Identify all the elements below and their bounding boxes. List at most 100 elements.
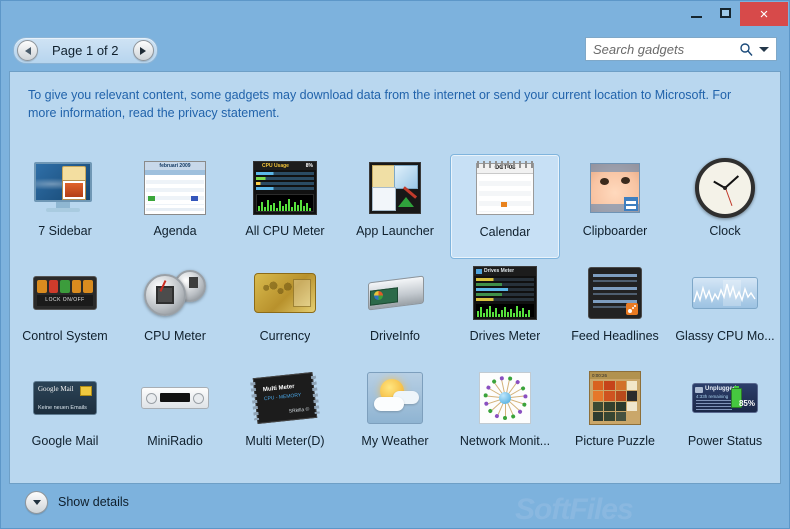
gadget-label: Power Status bbox=[688, 434, 762, 448]
gadget-label: MiniRadio bbox=[147, 434, 203, 448]
gadget-item-agenda[interactable]: februari 2009 Agenda bbox=[120, 154, 230, 259]
cpu-usage-title: CPU Usage8% bbox=[254, 162, 316, 170]
cpu-graph bbox=[256, 194, 314, 212]
gadget-label: Control System bbox=[22, 329, 107, 343]
prev-page-button[interactable] bbox=[17, 40, 38, 61]
gadget-thumb-wrap: februari 2009 bbox=[125, 154, 225, 222]
gadget-thumb-wrap bbox=[675, 154, 775, 222]
gadget-thumb-wrap: OCT 08 bbox=[455, 155, 555, 223]
gadget-grid: 7 Sidebar februari 2009 Agenda CPU Usage… bbox=[10, 154, 782, 469]
currency-card-icon bbox=[254, 273, 316, 313]
privacy-notice: To give you relevant content, some gadge… bbox=[10, 72, 780, 122]
gadget-item-clipboarder[interactable]: Clipboarder bbox=[560, 154, 670, 259]
gadget-label: Calendar bbox=[480, 225, 531, 239]
toolbar: Page 1 of 2 Search gadgets bbox=[1, 27, 789, 71]
gadget-item-network-monitor[interactable]: Network Monit... bbox=[450, 364, 560, 469]
gadget-thumb-wrap: Google Mail Keine neuen Emails bbox=[15, 364, 115, 432]
close-icon: × bbox=[760, 7, 769, 22]
mail-icon bbox=[80, 386, 92, 396]
gadget-label: Clock bbox=[709, 224, 740, 238]
gadget-label: 7 Sidebar bbox=[38, 224, 92, 238]
gadget-item-miniradio[interactable]: MiniRadio bbox=[120, 364, 230, 469]
search-icon[interactable] bbox=[739, 42, 753, 56]
search-dropdown-icon[interactable] bbox=[759, 47, 769, 52]
gadget-thumb-wrap: Unplugged 4:33h remaining 85% bbox=[675, 364, 775, 432]
puzzle-timer: 0:00:26 bbox=[590, 372, 640, 379]
gadget-label: Network Monit... bbox=[460, 434, 550, 448]
clipboarder-icon bbox=[590, 163, 640, 213]
gadget-label: CPU Meter bbox=[144, 329, 206, 343]
maximize-button[interactable] bbox=[711, 3, 740, 23]
minimize-icon bbox=[691, 16, 702, 18]
gadget-label: All CPU Meter bbox=[245, 224, 324, 238]
next-page-button[interactable] bbox=[133, 40, 154, 61]
gadget-item-picture-puzzle[interactable]: 0:00:26 Picture Puzzle bbox=[560, 364, 670, 469]
cpu-meter-gauges-icon bbox=[144, 270, 206, 316]
picture-puzzle-icon: 0:00:26 bbox=[589, 371, 641, 425]
gadget-item-clock[interactable]: Clock bbox=[670, 154, 780, 259]
power-percent: 85% bbox=[739, 399, 755, 408]
drives-graph bbox=[476, 304, 534, 317]
cpu-usage-value: 8% bbox=[306, 162, 316, 170]
gadget-thumb-wrap: LOCK ON/OFF bbox=[15, 259, 115, 327]
footer: Show details bbox=[9, 484, 781, 520]
gadget-thumb-wrap bbox=[235, 259, 335, 327]
gadget-thumb-wrap bbox=[345, 154, 445, 222]
gadget-item-feed-headlines[interactable]: Feed Headlines bbox=[560, 259, 670, 364]
gadget-thumb-wrap bbox=[15, 154, 115, 222]
gadget-item-cpu-meter[interactable]: CPU Meter bbox=[120, 259, 230, 364]
gadget-label: Agenda bbox=[153, 224, 196, 238]
show-details-label[interactable]: Show details bbox=[58, 495, 129, 509]
google-mail-title: Google Mail bbox=[38, 385, 74, 393]
gadget-item-all-cpu-meter[interactable]: CPU Usage8% All CPU Meter bbox=[230, 154, 340, 259]
gadget-label: My Weather bbox=[361, 434, 428, 448]
gadget-item-glassy-cpu-monitor[interactable]: Glassy CPU Mo... bbox=[670, 259, 780, 364]
gadget-item-7-sidebar[interactable]: 7 Sidebar bbox=[10, 154, 120, 259]
gadget-item-multi-meter[interactable]: Multi Meter CPU - MEMORY SRkilla © Multi… bbox=[230, 364, 340, 469]
gadget-item-my-weather[interactable]: My Weather bbox=[340, 364, 450, 469]
show-details-button[interactable] bbox=[25, 491, 48, 514]
gadget-label: Clipboarder bbox=[583, 224, 648, 238]
gadget-gallery-window: × Page 1 of 2 Search gadgets To g bbox=[0, 0, 790, 529]
analog-clock-icon bbox=[695, 158, 755, 218]
gadget-pane: To give you relevant content, some gadge… bbox=[9, 71, 781, 484]
power-status-icon: Unplugged 4:33h remaining 85% bbox=[692, 383, 758, 413]
gadget-item-app-launcher[interactable]: App Launcher bbox=[340, 154, 450, 259]
gadget-thumb-wrap bbox=[125, 364, 225, 432]
minimize-button[interactable] bbox=[682, 3, 711, 23]
gadget-label: Picture Puzzle bbox=[575, 434, 655, 448]
plug-icon bbox=[695, 387, 703, 393]
search-input[interactable]: Search gadgets bbox=[586, 42, 739, 57]
gadget-item-control-system[interactable]: LOCK ON/OFF Control System bbox=[10, 259, 120, 364]
gadget-item-drives-meter[interactable]: Drives Meter Drives Meter bbox=[450, 259, 560, 364]
gadget-thumb-wrap bbox=[455, 364, 555, 432]
all-cpu-meter-icon: CPU Usage8% bbox=[253, 161, 317, 215]
maximize-icon bbox=[720, 8, 731, 18]
gadget-item-driveinfo[interactable]: DriveInfo bbox=[340, 259, 450, 364]
drive-info-icon bbox=[364, 275, 426, 311]
agenda-calendar-icon: februari 2009 bbox=[144, 161, 206, 215]
gadget-label: Feed Headlines bbox=[571, 329, 659, 343]
app-launcher-icon bbox=[369, 162, 421, 214]
close-button[interactable]: × bbox=[740, 2, 788, 26]
agenda-month: februari 2009 bbox=[145, 162, 205, 170]
gadget-item-power-status[interactable]: Unplugged 4:33h remaining 85% Power Stat… bbox=[670, 364, 780, 469]
gadget-label: App Launcher bbox=[356, 224, 434, 238]
multi-meter-author: SRkilla © bbox=[288, 407, 309, 415]
gadget-item-google-mail[interactable]: Google Mail Keine neuen Emails Google Ma… bbox=[10, 364, 120, 469]
power-remaining: 4:33h remaining bbox=[696, 394, 728, 399]
gadget-item-currency[interactable]: Currency bbox=[230, 259, 340, 364]
chevron-left-icon bbox=[25, 47, 31, 55]
network-monitor-icon bbox=[479, 372, 531, 424]
gadget-label: Multi Meter(D) bbox=[245, 434, 324, 448]
title-bar: × bbox=[1, 1, 789, 27]
gadget-item-calendar[interactable]: OCT 08 Calendar bbox=[450, 154, 560, 259]
google-mail-status: Keine neuen Emails bbox=[38, 405, 87, 411]
gadget-label: Glassy CPU Mo... bbox=[675, 329, 774, 343]
multi-meter-sub: CPU - MEMORY bbox=[264, 392, 302, 402]
multi-meter-title: Multi Meter bbox=[263, 384, 295, 393]
multi-meter-icon: Multi Meter CPU - MEMORY SRkilla © bbox=[253, 372, 317, 424]
search-box[interactable]: Search gadgets bbox=[585, 37, 777, 61]
glassy-cpu-monitor-icon bbox=[692, 277, 758, 309]
drives-meter-title: Drives Meter bbox=[474, 267, 536, 276]
